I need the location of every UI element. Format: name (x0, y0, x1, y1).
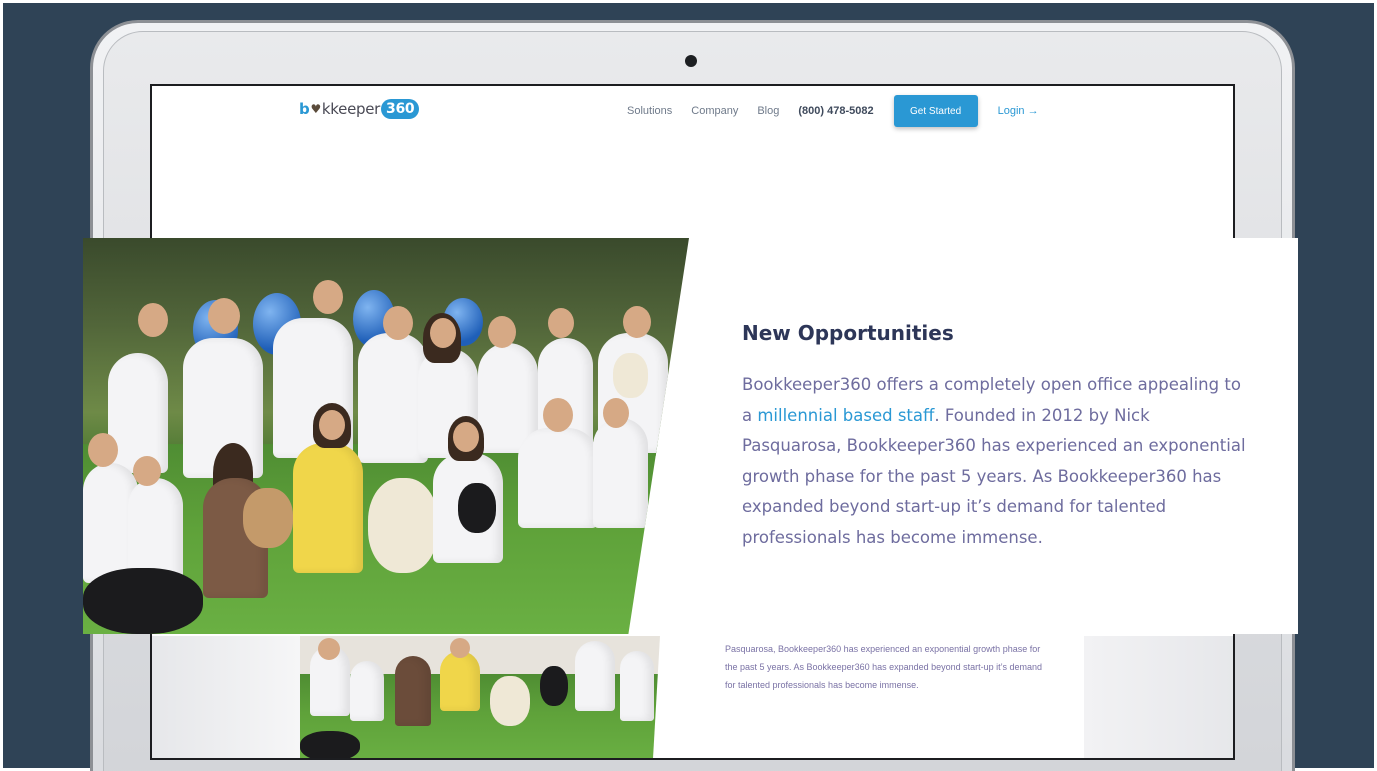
millennial-staff-link[interactable]: millennial based staff (757, 406, 934, 425)
login-link[interactable]: Login → (998, 105, 1039, 117)
lower-right-shade (1084, 636, 1233, 758)
logo-letter: b (299, 100, 310, 118)
nav-solutions[interactable]: Solutions (627, 105, 672, 117)
logo-text: kkeeper (321, 100, 381, 118)
site-logo[interactable]: b ♥ kkeeper 360 (299, 96, 420, 122)
main-nav: Solutions Company Blog (800) 478-5082 Ge… (627, 94, 1039, 128)
get-started-button[interactable]: Get Started (893, 95, 978, 127)
team-photo-lower (300, 636, 660, 758)
hero-body-text-end: . Founded in 2012 by Nick Pasquarosa, Bo… (742, 405, 1246, 547)
nav-company[interactable]: Company (691, 105, 738, 117)
hero-title: New Opportunities (742, 321, 954, 345)
webcam-icon (685, 55, 697, 67)
lower-body-text: Pasquarosa, Bookkeeper360 has experience… (725, 644, 1043, 690)
phone-number[interactable]: (800) 478-5082 (798, 105, 873, 117)
logo-badge: 360 (381, 99, 420, 119)
nav-blog[interactable]: Blog (757, 105, 779, 117)
lower-left-shade (152, 636, 300, 758)
hero-body: Bookkeeper360 offers a completely open o… (742, 370, 1252, 553)
heart-icon: ♥ (310, 102, 321, 116)
team-photo (83, 238, 689, 634)
